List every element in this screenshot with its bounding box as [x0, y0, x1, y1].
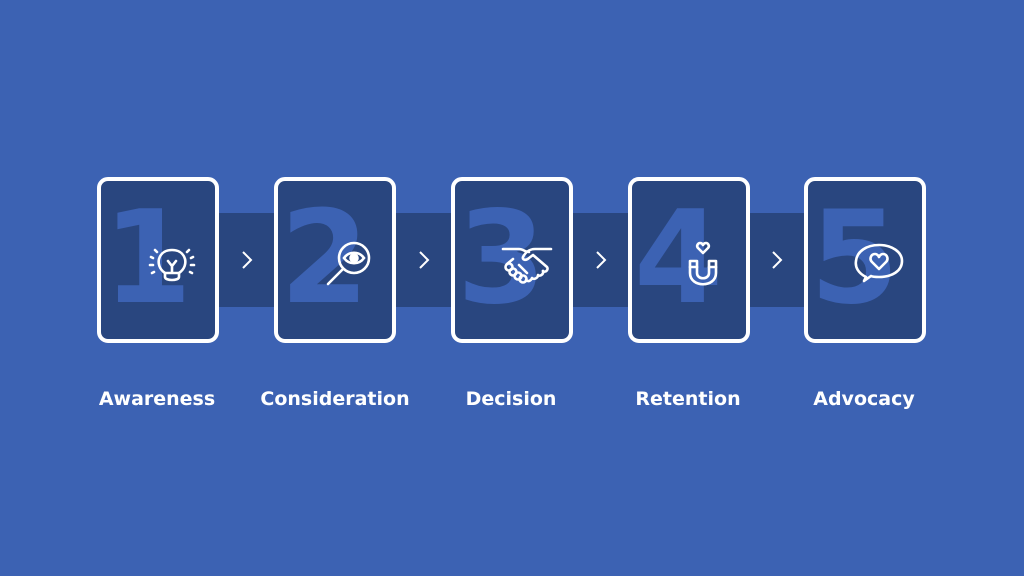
step-card-5: 5 [804, 177, 926, 343]
chevron-right-icon [772, 251, 783, 269]
step-card-1: 1 [97, 177, 219, 343]
step-label: Consideration [260, 388, 410, 410]
magnet-heart-icon [688, 241, 718, 286]
chevron-right-icon [242, 251, 253, 269]
step-card-3: 3 [451, 177, 573, 343]
step-label: Decision [465, 388, 557, 410]
speech-bubble-heart-icon [854, 243, 904, 283]
chevron-right-icon [419, 251, 430, 269]
lightbulb-icon [148, 248, 196, 282]
step-label: Advocacy [813, 388, 915, 410]
step-card-4: 4 [628, 177, 750, 343]
step-label: Awareness [98, 388, 216, 410]
step-label: Retention [635, 388, 741, 410]
step-card-2: 2 [274, 177, 396, 343]
magnifier-eye-icon [326, 241, 371, 286]
handshake-icon [501, 247, 553, 284]
chevron-right-icon [596, 251, 607, 269]
